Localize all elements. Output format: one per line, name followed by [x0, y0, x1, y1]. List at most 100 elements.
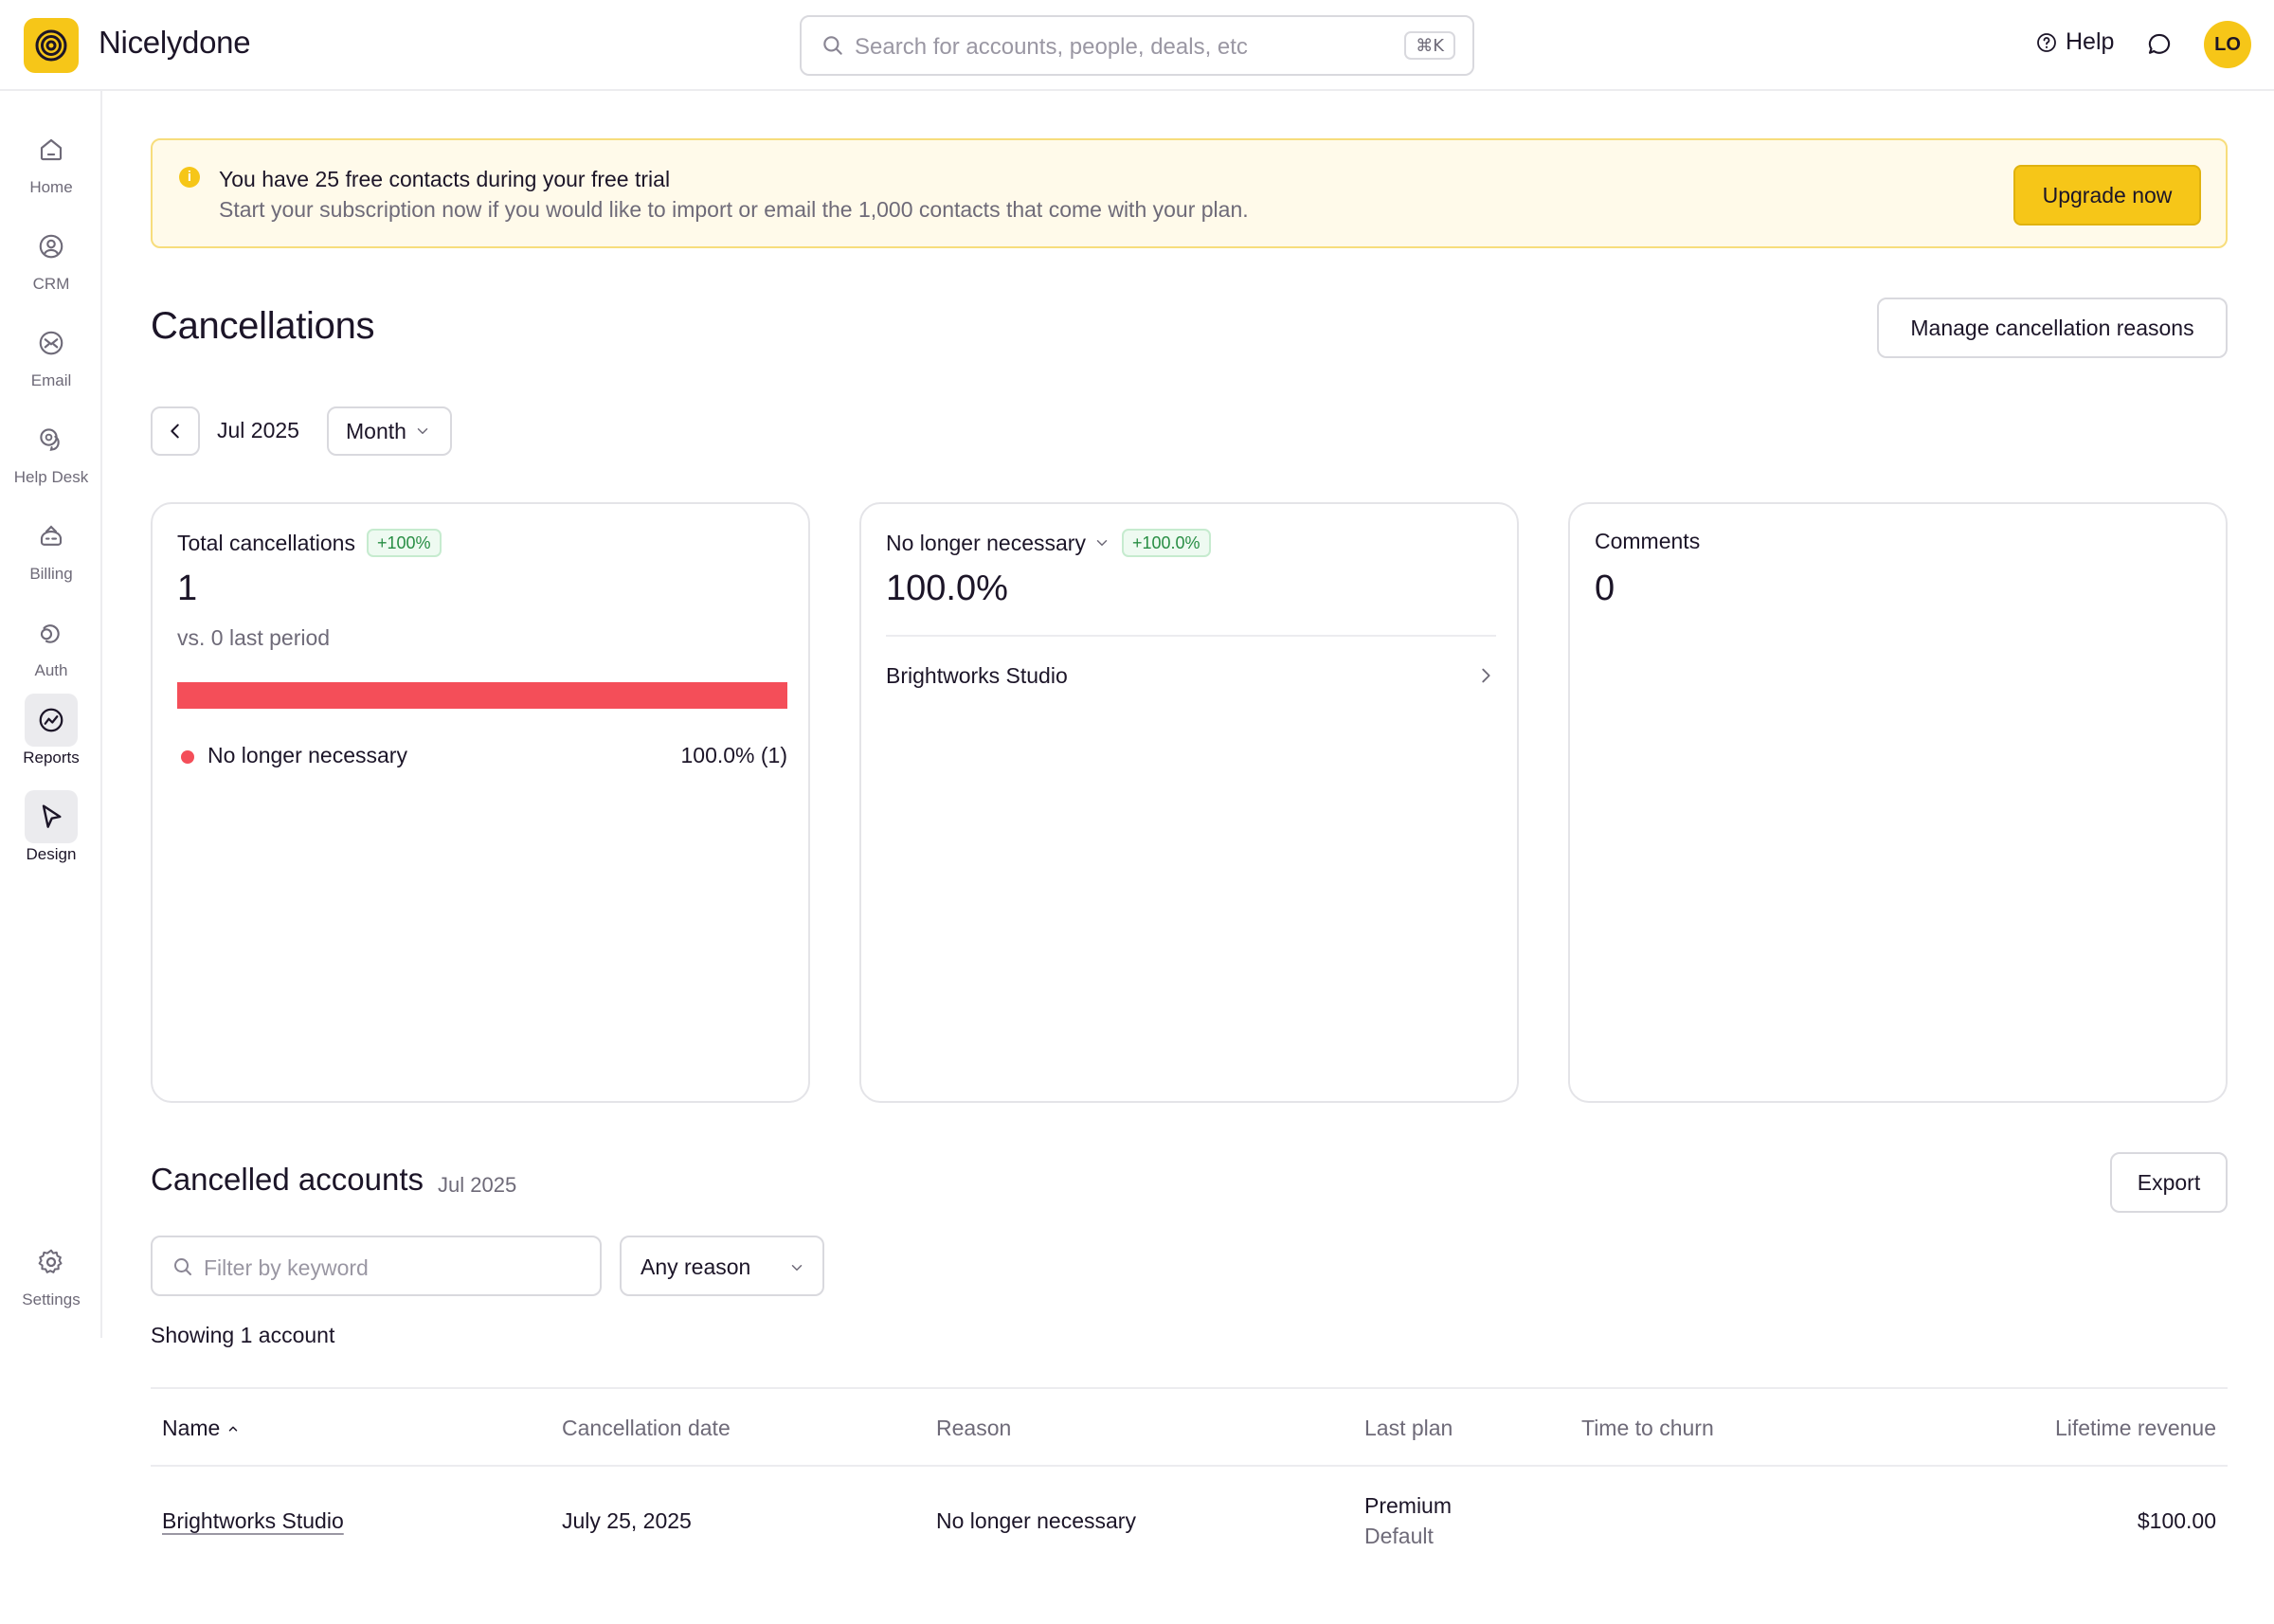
last-plan: Premium: [1364, 1493, 1453, 1518]
export-button[interactable]: Export: [2110, 1152, 2228, 1213]
keyword-filter-input[interactable]: Filter by keyword: [151, 1236, 602, 1296]
sidebar-icon-wrap: [25, 316, 78, 370]
email-icon: [39, 331, 63, 355]
card-value: 0: [1595, 568, 1615, 608]
sidebar-item-settings[interactable]: Settings: [0, 1236, 102, 1309]
cursor-icon: [42, 804, 62, 828]
section-period: Jul 2025: [438, 1173, 517, 1197]
upgrade-button[interactable]: Upgrade now: [2013, 165, 2201, 226]
sidebar-icon-wrap: [25, 1236, 78, 1289]
total-cancellations-card: Total cancellations +100% 1 vs. 0 last p…: [151, 502, 810, 1103]
card-title-text: No longer necessary: [886, 530, 1086, 555]
column-header-name[interactable]: Name: [162, 1416, 240, 1441]
user-avatar[interactable]: LO: [2204, 21, 2251, 68]
app-logo[interactable]: [24, 18, 79, 73]
auth-icon: [40, 624, 60, 643]
global-search[interactable]: Search for accounts, people, deals, etc …: [800, 15, 1474, 76]
help-desk-icon: [40, 428, 60, 451]
sidebar-item-label: Help Desk: [13, 468, 89, 486]
page-title: Cancellations: [151, 305, 375, 347]
legend-dot: [181, 750, 194, 764]
table-header-row: Name Cancellation date Reason Last plan …: [151, 1387, 2228, 1467]
previous-period-button[interactable]: [151, 406, 200, 456]
reports-icon: [39, 708, 63, 732]
search-icon: [174, 1258, 191, 1275]
account-name-link[interactable]: Brightworks Studio: [162, 1508, 344, 1534]
column-header-churn[interactable]: Time to churn: [1581, 1416, 1714, 1441]
sidebar-item-label: Billing: [29, 565, 73, 583]
sidebar-item-auth[interactable]: Auth: [0, 606, 102, 680]
sidebar-icon-wrap: [25, 510, 78, 563]
chevron-right-icon: [1482, 668, 1490, 683]
sidebar-item-reports[interactable]: Reports: [0, 694, 102, 767]
sidebar-item-label: CRM: [32, 275, 70, 293]
sidebar-item-help-desk[interactable]: Help Desk: [0, 413, 102, 487]
sidebar-item-label: Settings: [22, 1290, 81, 1308]
sidebar-item-label: Auth: [34, 661, 68, 679]
gear-icon: [38, 1249, 63, 1273]
account-name: Brightworks Studio: [886, 663, 1068, 688]
lifetime-revenue: $100.00: [2137, 1508, 2216, 1533]
trial-banner: i You have 25 free contacts during your …: [151, 138, 2228, 248]
chevron-down-icon: [1096, 540, 1108, 546]
table-row[interactable]: Brightworks Studio July 25, 2025 No long…: [151, 1467, 2228, 1561]
granularity-value: Month: [346, 418, 406, 443]
question-circle-icon: [2037, 32, 2056, 52]
account-row-link[interactable]: Brightworks Studio: [886, 663, 1496, 689]
sidebar-item-label: Reports: [23, 749, 80, 767]
billing-icon: [40, 525, 63, 546]
sidebar-item-label: Home: [29, 178, 73, 196]
sidebar-item-email[interactable]: Email: [0, 316, 102, 390]
card-title-text: Comments: [1595, 529, 1701, 553]
column-header-revenue[interactable]: Lifetime revenue: [2055, 1416, 2216, 1441]
sidebar-item-crm[interactable]: CRM: [0, 220, 102, 294]
legend-value: 100.0% (1): [680, 743, 787, 767]
app-name: Nicelydone: [99, 25, 251, 60]
column-header-reason[interactable]: Reason: [936, 1416, 1011, 1441]
sidebar-item-billing[interactable]: Billing: [0, 510, 102, 584]
sidebar-icon-wrap: [25, 413, 78, 466]
help-label: Help: [2066, 28, 2115, 55]
help-button[interactable]: Help: [2035, 28, 2114, 56]
chevron-down-icon: [417, 428, 428, 434]
column-header-plan[interactable]: Last plan: [1364, 1416, 1453, 1441]
search-icon: [823, 36, 842, 55]
reason-dropdown[interactable]: No longer necessary +100.0%: [886, 529, 1211, 557]
reason-distribution-bar: [177, 682, 787, 709]
reason-filter-value: Any reason: [641, 1254, 751, 1279]
sidebar-icon-wrap: [25, 790, 78, 843]
card-title-text: Total cancellations: [177, 530, 355, 555]
search-placeholder: Search for accounts, people, deals, etc: [855, 34, 1248, 60]
card-title: Total cancellations +100%: [177, 529, 442, 557]
chat-bubble-icon[interactable]: [2145, 30, 2174, 59]
sidebar-icon-wrap: [25, 220, 78, 273]
home-icon: [40, 138, 63, 161]
sort-ascending-icon: [228, 1426, 238, 1432]
granularity-select[interactable]: Month: [327, 406, 452, 456]
column-header-date[interactable]: Cancellation date: [562, 1416, 731, 1441]
card-value: 1: [177, 568, 198, 608]
filter-placeholder: Filter by keyword: [204, 1255, 369, 1280]
card-divider: [886, 635, 1496, 637]
user-circle-icon: [39, 234, 63, 259]
manage-cancellation-reasons-button[interactable]: Manage cancellation reasons: [1877, 298, 2228, 358]
sidebar-item-home[interactable]: Home: [0, 123, 102, 197]
chevron-left-icon: [171, 424, 179, 439]
sidebar-item-label: Design: [26, 845, 77, 863]
sidebar-icon-wrap: [25, 606, 78, 659]
top-bar: Nicelydone Search for accounts, people, …: [0, 0, 2274, 91]
banner-subtitle: Start your subscription now if you would…: [219, 197, 1249, 222]
card-title: Comments: [1595, 529, 1700, 554]
reason-filter-select[interactable]: Any reason: [620, 1236, 824, 1296]
column-header-name-label: Name: [162, 1416, 221, 1440]
logo-spiral-icon: [35, 29, 67, 62]
card-value: 100.0%: [886, 568, 1008, 608]
sidebar-item-design[interactable]: Design: [0, 790, 102, 864]
sidebar-icon-wrap: [25, 694, 78, 747]
change-badge: +100%: [366, 529, 442, 557]
current-period: Jul 2025: [217, 418, 299, 442]
sidebar-icon-wrap: [25, 123, 78, 176]
sidebar: Home CRM Email Help Desk Billing Auth Re…: [0, 91, 102, 1338]
search-shortcut: ⌘K: [1404, 31, 1455, 60]
last-plan-variant: Default: [1364, 1524, 1434, 1548]
